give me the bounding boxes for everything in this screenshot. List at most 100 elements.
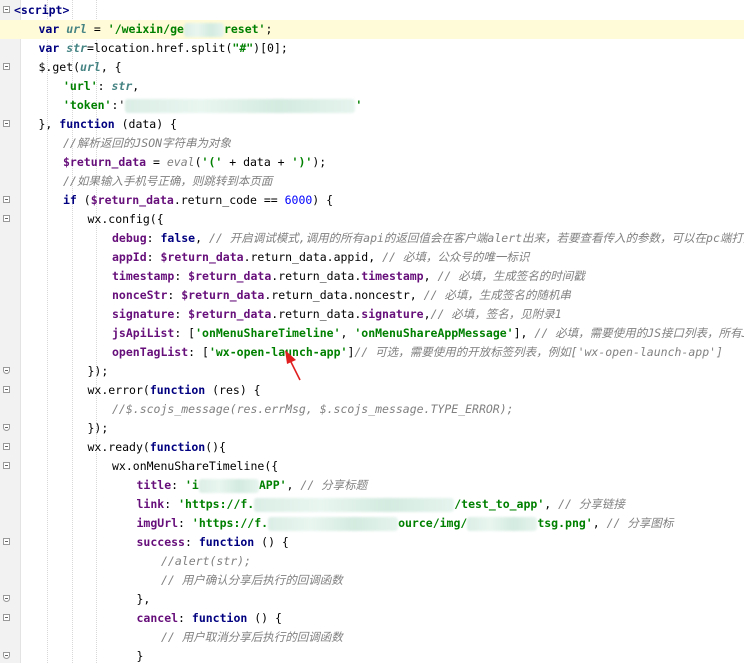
- code-token: 'onMenuShareAppMessage': [354, 326, 514, 340]
- code-token: },: [136, 592, 151, 606]
- code-token: <script>: [14, 3, 70, 17]
- code-token: :: [146, 231, 161, 245]
- code-line[interactable]: $.get(url, {: [0, 58, 744, 77]
- code-line[interactable]: 'url': str,: [0, 77, 744, 96]
- fold-toggle-icon[interactable]: [3, 614, 10, 621]
- code-token: str: [66, 41, 87, 55]
- code-line[interactable]: var url = '/weixin/ge reset';: [0, 20, 744, 39]
- code-token: (res) {: [212, 383, 261, 397]
- code-token: timestamp: [361, 269, 424, 283]
- code-token: ],: [513, 326, 535, 340]
- code-token: ,: [544, 497, 559, 511]
- code-text: });: [88, 362, 109, 381]
- code-line[interactable]: openTagList: ['wx-open-launch-app']// 可选…: [0, 343, 744, 362]
- code-line[interactable]: });: [0, 419, 744, 438]
- fold-end-icon[interactable]: [3, 367, 10, 374]
- redacted-text: [125, 98, 356, 113]
- code-token: // 用户确认分享后执行的回调函数: [161, 573, 343, 587]
- code-line[interactable]: //alert(str);: [0, 552, 744, 571]
- code-line[interactable]: //$.scojs_message(res.errMsg, $.scojs_me…: [0, 400, 744, 419]
- fold-toggle-icon[interactable]: [3, 63, 10, 70]
- code-token: : [: [188, 345, 209, 359]
- code-token: // 可选，需要使用的开放标签列表，例如['wx-open-launch-app…: [354, 345, 723, 359]
- code-token: // 分享标题: [300, 478, 368, 492]
- code-token: ,: [132, 79, 140, 93]
- code-token: },: [38, 117, 60, 131]
- code-token: openTagList: [112, 345, 189, 359]
- code-text: if ($return_data.return_code == 6000) {: [63, 191, 333, 210]
- code-line[interactable]: link: 'https://f. /test_to_app', // 分享链接: [0, 495, 744, 514]
- code-text: wx.ready(function(){: [88, 438, 226, 457]
- code-line[interactable]: wx.ready(function(){: [0, 438, 744, 457]
- code-token: function: [149, 440, 206, 454]
- code-line[interactable]: imgUrl: 'https://f. ource/img/tsg.png', /…: [0, 514, 744, 533]
- code-line[interactable]: // 用户取消分享后执行的回调函数: [0, 628, 744, 647]
- code-line[interactable]: //如果输入手机号正确，则跳转到本页面: [0, 172, 744, 191]
- redacted-text: [467, 516, 538, 531]
- code-token: :: [184, 535, 199, 549]
- code-line[interactable]: debug: false, // 开启调试模式,调用的所有api的返回值会在客户…: [0, 229, 744, 248]
- code-token: });: [87, 364, 109, 378]
- code-line[interactable]: cancel: function () {: [0, 609, 744, 628]
- code-line[interactable]: wx.error(function (res) {: [0, 381, 744, 400]
- fold-toggle-icon[interactable]: [3, 196, 10, 203]
- code-line[interactable]: if ($return_data.return_code == 6000) {: [0, 191, 744, 210]
- code-line[interactable]: signature: $return_data.return_data.sign…: [0, 305, 744, 324]
- code-token: :: [167, 288, 182, 302]
- fold-toggle-icon[interactable]: [3, 462, 10, 469]
- fold-toggle-icon[interactable]: [3, 6, 10, 13]
- code-text: link: 'https://f. /test_to_app', // 分享链接: [137, 495, 625, 514]
- code-line[interactable]: $return_data = eval('(' + data + ')');: [0, 153, 744, 172]
- code-editor[interactable]: <script> var url = '/weixin/ge reset'; var …: [0, 0, 744, 663]
- code-token: APP': [258, 478, 287, 492]
- code-token: () {: [261, 535, 289, 549]
- code-line[interactable]: title: 'i APP', // 分享标题: [0, 476, 744, 495]
- code-token: ;: [265, 22, 273, 36]
- code-line[interactable]: timestamp: $return_data.return_data.time…: [0, 267, 744, 286]
- code-text: title: 'i APP', // 分享标题: [137, 476, 368, 495]
- fold-toggle-icon[interactable]: [3, 443, 10, 450]
- fold-end-icon[interactable]: [3, 424, 10, 431]
- code-line[interactable]: //解析返回的JSON字符串为对象: [0, 134, 744, 153]
- code-text: });: [88, 419, 109, 438]
- code-token: imgUrl: [136, 516, 179, 530]
- code-token: 'i: [184, 478, 199, 492]
- code-line[interactable]: },: [0, 590, 744, 609]
- code-token: // 必填，生成签名的时间戳: [437, 269, 585, 283]
- fold-toggle-icon[interactable]: [3, 120, 10, 127]
- code-line[interactable]: <script>: [0, 1, 744, 20]
- code-text: signature: $return_data.return_data.sign…: [112, 305, 562, 324]
- code-line[interactable]: wx.config({: [0, 210, 744, 229]
- code-line[interactable]: // 用户确认分享后执行的回调函数: [0, 571, 744, 590]
- code-token: wx.onMenuShareTimeline({: [112, 459, 279, 473]
- fold-toggle-icon[interactable]: [3, 215, 10, 222]
- fold-end-icon[interactable]: [3, 652, 10, 659]
- code-token: $return_data: [90, 193, 174, 207]
- code-line[interactable]: }, function (data) {: [0, 115, 744, 134]
- code-text: // 用户确认分享后执行的回调函数: [161, 571, 343, 590]
- code-line[interactable]: nonceStr: $return_data.return_data.nonce…: [0, 286, 744, 305]
- code-token: (){: [205, 440, 226, 454]
- code-token: /test_to_app': [454, 497, 545, 511]
- code-text: wx.onMenuShareTimeline({: [112, 457, 278, 476]
- code-text: //$.scojs_message(res.errMsg, $.scojs_me…: [112, 400, 514, 419]
- fold-toggle-icon[interactable]: [3, 538, 10, 545]
- code-text: },: [137, 590, 151, 609]
- code-token: =: [86, 22, 108, 36]
- code-line[interactable]: 'token':' ': [0, 96, 744, 115]
- code-line[interactable]: success: function () {: [0, 533, 744, 552]
- fold-toggle-icon[interactable]: [3, 386, 10, 393]
- code-line[interactable]: });: [0, 362, 744, 381]
- code-line[interactable]: appId: $return_data.return_data.appid, /…: [0, 248, 744, 267]
- code-line[interactable]: jsApiList: ['onMenuShareTimeline', 'onMe…: [0, 324, 744, 343]
- fold-end-icon[interactable]: [3, 595, 10, 602]
- code-text: $.get(url, {: [39, 58, 122, 77]
- code-token: :: [174, 307, 189, 321]
- code-token: () {: [254, 611, 282, 625]
- code-line[interactable]: }: [0, 647, 744, 666]
- red-arrow-icon: [285, 350, 301, 381]
- code-text: imgUrl: 'https://f. ource/img/tsg.png', /…: [136, 514, 673, 533]
- code-token: =location.href.split(: [86, 41, 233, 55]
- code-line[interactable]: var str=location.href.split("#")[0];: [0, 39, 744, 58]
- code-line[interactable]: wx.onMenuShareTimeline({: [0, 457, 744, 476]
